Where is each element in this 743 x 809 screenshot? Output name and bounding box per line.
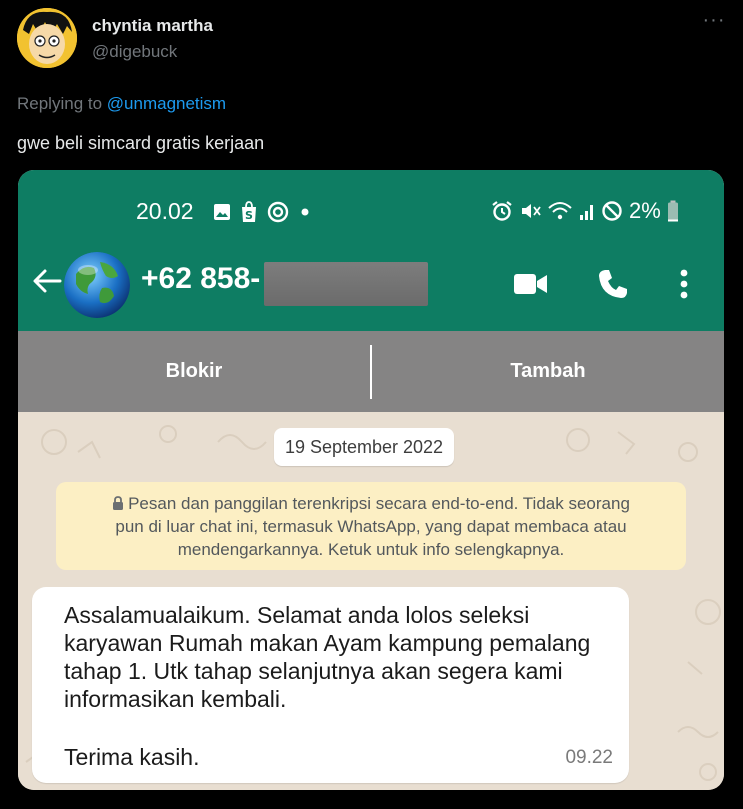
more-options-icon[interactable]: ··· bbox=[700, 10, 728, 34]
encryption-line-1: Pesan dan panggilan terenkripsi secara e… bbox=[128, 494, 630, 513]
battery-icon bbox=[667, 200, 678, 222]
mute-icon bbox=[522, 204, 541, 218]
encryption-line-2: pun di luar chat ini, termasuk WhatsApp,… bbox=[115, 517, 627, 536]
redacted-number-block bbox=[264, 262, 428, 306]
do-not-disturb-icon bbox=[602, 201, 622, 221]
message-gap bbox=[64, 713, 609, 743]
add-contact-button[interactable]: Tambah bbox=[372, 331, 724, 412]
block-button[interactable]: Blokir bbox=[18, 331, 370, 412]
contact-avatar[interactable] bbox=[64, 252, 130, 318]
author-handle[interactable]: @digebuck bbox=[92, 42, 177, 62]
message-line: informasikan kembali. bbox=[64, 686, 287, 712]
message-line: karyawan Rumah makan Ayam kampung pemala… bbox=[64, 630, 591, 656]
message-line: tahap 1. Utk tahap selanjutnya akan sege… bbox=[64, 658, 563, 684]
replying-prefix: Replying to bbox=[17, 94, 107, 113]
status-notification-icons: S bbox=[213, 200, 312, 224]
lock-icon bbox=[113, 496, 124, 510]
svg-text:S: S bbox=[245, 209, 253, 222]
video-call-icon[interactable] bbox=[513, 272, 549, 296]
unknown-contact-action-bar: Blokir Tambah bbox=[18, 331, 724, 412]
message-time: 09.22 bbox=[565, 747, 613, 768]
reply-mention-link[interactable]: @unmagnetism bbox=[107, 94, 226, 113]
attached-screenshot[interactable]: 20.02 S 2% +62 858- Blokir Tambah 19 Sep… bbox=[18, 170, 724, 790]
battery-percent: 2% bbox=[629, 198, 661, 223]
contact-number[interactable]: +62 858- bbox=[141, 262, 260, 296]
status-time: 20.02 bbox=[136, 198, 194, 224]
voice-call-icon[interactable] bbox=[597, 268, 629, 300]
incoming-message-bubble[interactable]: Assalamualaikum. Selamat anda lolos sele… bbox=[32, 587, 629, 783]
message-closing: Terima kasih. bbox=[64, 744, 200, 770]
message-line: Assalamualaikum. Selamat anda lolos sele… bbox=[64, 602, 530, 628]
status-system-icons: 2% bbox=[491, 198, 679, 224]
swirl-notification-icon bbox=[267, 201, 289, 223]
signal-icon bbox=[580, 205, 593, 220]
gallery-icon bbox=[214, 204, 230, 220]
author-name[interactable]: chyntia martha bbox=[92, 16, 213, 36]
encryption-notice[interactable]: Pesan dan panggilan terenkripsi secara e… bbox=[56, 482, 686, 570]
back-arrow-icon[interactable] bbox=[32, 268, 62, 294]
alarm-icon bbox=[492, 201, 512, 221]
author-avatar[interactable] bbox=[17, 8, 77, 68]
shopping-bag-icon: S bbox=[242, 201, 256, 222]
encryption-line-3: mendengarkannya. Ketuk untuk info seleng… bbox=[177, 540, 565, 559]
dot-icon bbox=[301, 208, 309, 216]
wifi-icon bbox=[548, 202, 572, 220]
whatsapp-header: 20.02 S 2% +62 858- bbox=[18, 170, 724, 331]
more-vertical-icon[interactable] bbox=[679, 268, 689, 300]
tweet-text: gwe beli simcard gratis kerjaan bbox=[17, 133, 265, 153]
replying-to: Replying to @unmagnetism bbox=[17, 94, 226, 114]
date-chip: 19 September 2022 bbox=[274, 428, 454, 466]
